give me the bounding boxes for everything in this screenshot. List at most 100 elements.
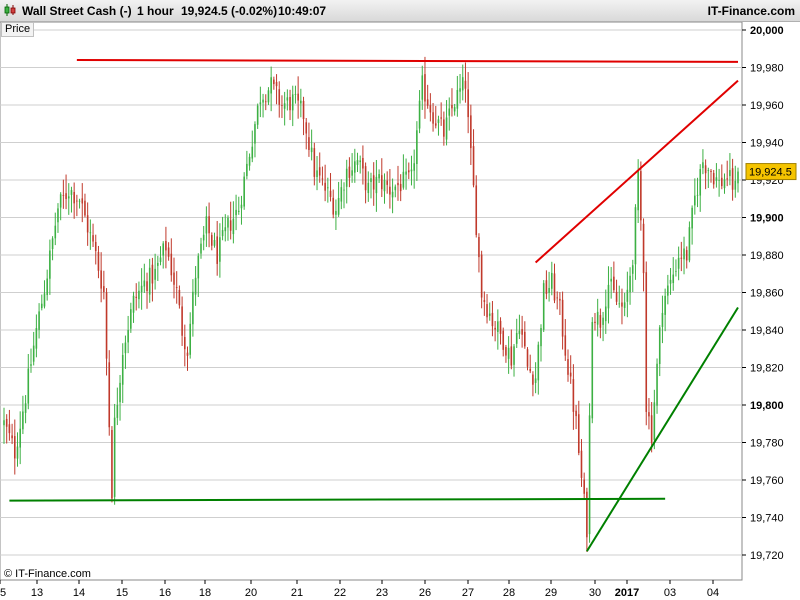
candle-body bbox=[92, 235, 94, 242]
candle-body bbox=[524, 331, 526, 347]
candle-body bbox=[318, 167, 321, 176]
candle-body bbox=[526, 349, 529, 367]
y-tick-label: 19,840 bbox=[750, 325, 784, 337]
candle-body bbox=[537, 344, 540, 381]
candle-body bbox=[731, 168, 734, 190]
candle-body bbox=[232, 218, 235, 235]
candle-body bbox=[494, 327, 496, 330]
candle-body bbox=[432, 112, 434, 124]
candle-body bbox=[418, 100, 421, 129]
instrument-name: Wall Street Cash (-) bbox=[22, 4, 132, 18]
candle-body bbox=[103, 286, 105, 293]
candle-body bbox=[715, 177, 718, 181]
candle-body bbox=[154, 268, 156, 280]
timeframe: 1 hour bbox=[137, 4, 174, 18]
candle-body bbox=[721, 177, 723, 187]
x-tick-label: 21 bbox=[291, 587, 303, 599]
candle-body bbox=[221, 230, 224, 237]
candle-body bbox=[502, 330, 505, 350]
candle-body bbox=[216, 236, 218, 264]
candle-body bbox=[521, 329, 523, 335]
candle-body bbox=[321, 178, 324, 180]
candle-body bbox=[634, 207, 637, 265]
candle-body bbox=[291, 94, 294, 111]
candle-body bbox=[437, 119, 440, 123]
candle-body bbox=[94, 241, 97, 252]
candle-body bbox=[186, 352, 189, 356]
candle-body bbox=[356, 160, 359, 165]
candle-body bbox=[561, 299, 564, 337]
x-tick-label: 30 bbox=[589, 587, 601, 599]
candle-body bbox=[248, 156, 251, 166]
candle-body bbox=[394, 186, 397, 191]
candle-body bbox=[726, 178, 729, 180]
candle-body bbox=[610, 278, 612, 282]
candle-body bbox=[510, 346, 513, 366]
candle-body bbox=[194, 277, 197, 295]
y-tick-label: 19,780 bbox=[750, 438, 784, 450]
y-tick-label: 19,860 bbox=[750, 288, 784, 300]
candle-body bbox=[604, 306, 607, 322]
candle-body bbox=[351, 170, 353, 176]
candle-body bbox=[594, 321, 596, 324]
candle-body bbox=[542, 283, 545, 330]
candle-body bbox=[642, 223, 645, 274]
last-price-label: 19,924.5 bbox=[749, 167, 792, 179]
candle-body bbox=[138, 290, 140, 300]
candle-body bbox=[157, 262, 159, 266]
candle-body bbox=[648, 412, 650, 417]
candle-body bbox=[124, 342, 127, 354]
candle-body bbox=[499, 320, 502, 334]
candle-body bbox=[240, 204, 243, 209]
candle-body bbox=[197, 255, 200, 279]
candle-body bbox=[175, 287, 178, 288]
candle-body bbox=[480, 254, 483, 298]
candle-body bbox=[140, 285, 143, 293]
candle-body bbox=[213, 240, 216, 246]
candle-body bbox=[283, 103, 286, 109]
candle-body bbox=[696, 194, 699, 196]
candle-body bbox=[405, 171, 407, 175]
candle-body bbox=[35, 327, 38, 349]
price-chart[interactable]: 20,00019,98019,96019,94019,92019,90019,8… bbox=[0, 0, 800, 600]
candle-body bbox=[51, 238, 54, 250]
candle-body bbox=[545, 280, 548, 294]
candle-body bbox=[184, 337, 186, 350]
candle-body bbox=[343, 189, 345, 191]
candle-body bbox=[413, 163, 415, 171]
candle-body bbox=[89, 232, 92, 234]
candle-body bbox=[337, 197, 340, 215]
candle-body bbox=[224, 227, 227, 232]
candle-body bbox=[685, 250, 688, 261]
candle-body bbox=[737, 171, 739, 184]
candle-body bbox=[354, 161, 356, 173]
candle-body bbox=[38, 311, 40, 330]
candle-body bbox=[364, 166, 367, 191]
candle-body bbox=[310, 147, 313, 153]
candle-body bbox=[235, 209, 237, 216]
candle-body bbox=[27, 368, 30, 404]
candle-body bbox=[505, 347, 507, 356]
candle-body bbox=[275, 81, 278, 87]
chart-window: 20,000 19,980 19,960 19,940 19,920 19,900 19,8… bbox=[0, 0, 800, 600]
candle-body bbox=[491, 312, 494, 327]
candle-body bbox=[486, 304, 488, 318]
x-tick-label: 15 bbox=[116, 587, 128, 599]
candle-body bbox=[86, 215, 89, 233]
candle-body bbox=[70, 190, 73, 195]
candle-body bbox=[532, 374, 534, 385]
candle-body bbox=[97, 251, 100, 271]
candle-body bbox=[286, 97, 289, 101]
candle-body bbox=[57, 208, 59, 223]
candle-body bbox=[615, 291, 618, 302]
candle-body bbox=[478, 236, 480, 258]
candle-body bbox=[119, 382, 121, 403]
candle-body bbox=[488, 313, 491, 316]
candle-body bbox=[540, 328, 542, 347]
candle-body bbox=[305, 122, 308, 134]
candle-body bbox=[308, 137, 310, 150]
candle-body bbox=[59, 194, 62, 208]
candle-body bbox=[637, 170, 639, 211]
candle-body bbox=[551, 272, 553, 289]
candle-body bbox=[548, 287, 550, 293]
